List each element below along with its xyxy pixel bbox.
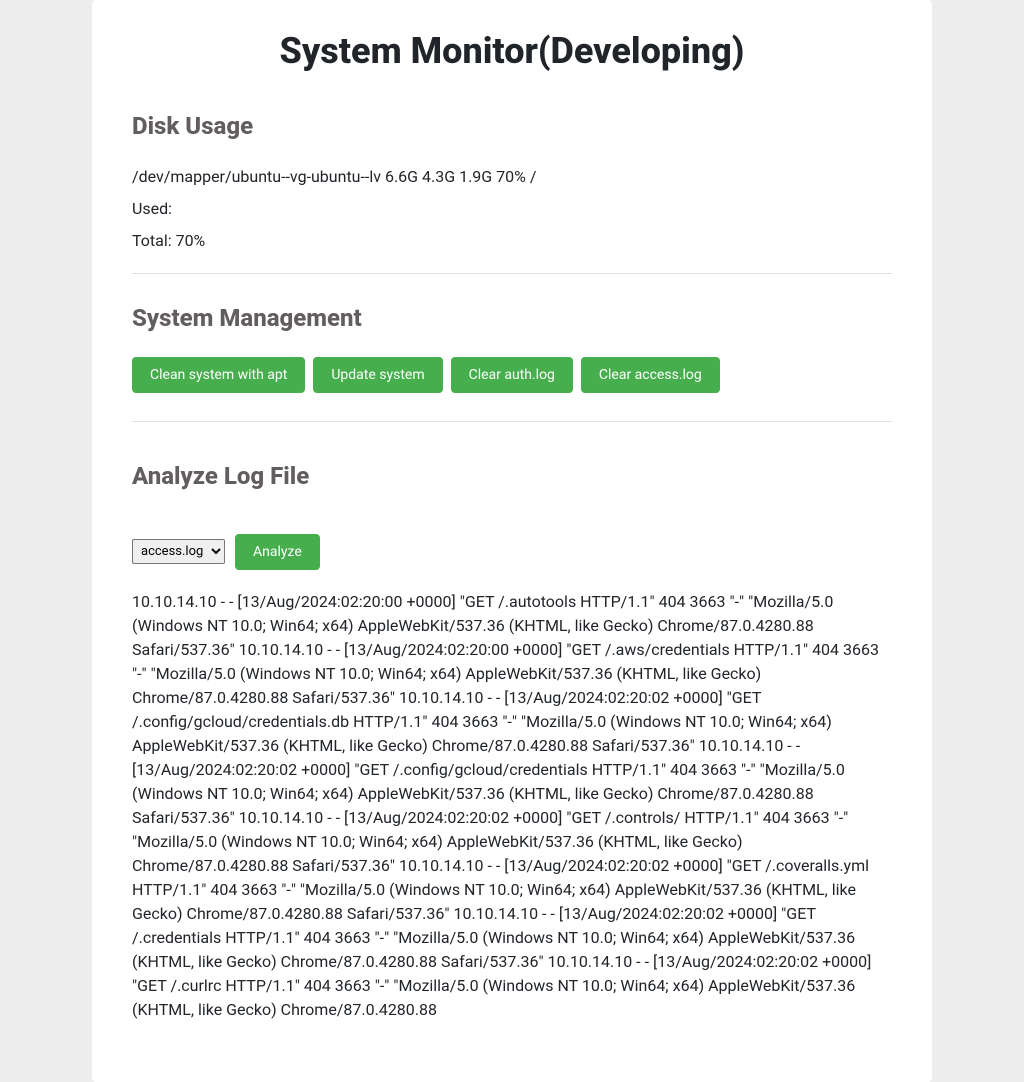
clear-access-log-button[interactable]: Clear access.log [581,357,720,393]
disk-total-label: Total: 70% [132,229,892,253]
log-output-text: 10.10.14.10 - - [13/Aug/2024:02:20:00 +0… [132,590,892,1022]
page-title: System Monitor(Developing) [132,30,892,72]
divider [132,421,892,422]
analyze-heading: Analyze Log File [132,462,892,490]
system-management-heading: System Management [132,304,892,332]
clear-auth-log-button[interactable]: Clear auth.log [451,357,573,393]
log-file-select[interactable]: access.log [132,539,225,564]
analyze-button[interactable]: Analyze [235,534,320,570]
update-system-button[interactable]: Update system [313,357,442,393]
main-container: System Monitor(Developing) Disk Usage /d… [92,0,932,1082]
divider [132,273,892,274]
analyze-controls-row: access.log Analyze [132,534,892,578]
disk-usage-line: /dev/mapper/ubuntu--vg-ubuntu--lv 6.6G 4… [132,165,892,189]
system-management-section: System Management Clean system with apt … [132,304,892,401]
disk-used-label: Used: [132,197,892,221]
disk-usage-section: Disk Usage /dev/mapper/ubuntu--vg-ubuntu… [132,112,892,253]
disk-usage-heading: Disk Usage [132,112,892,140]
clean-system-button[interactable]: Clean system with apt [132,357,305,393]
analyze-log-section: Analyze Log File access.log Analyze 10.1… [132,462,892,1022]
system-buttons-row: Clean system with apt Update system Clea… [132,357,892,401]
